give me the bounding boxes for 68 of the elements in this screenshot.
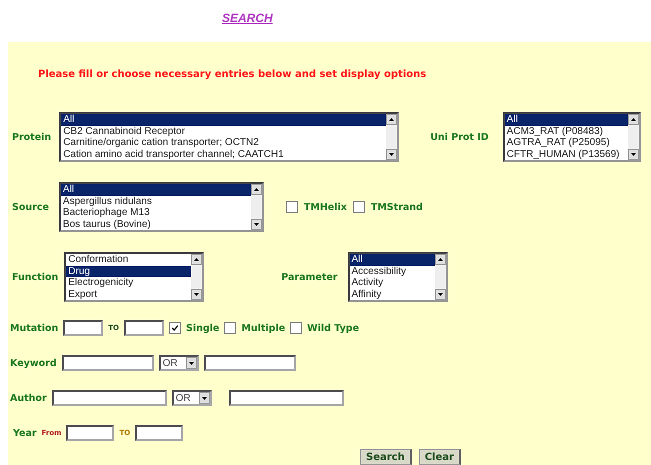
list-option[interactable]: ACM3_RAT (P08483) xyxy=(504,126,628,137)
list-option[interactable]: CFTR_HUMAN (P13569) xyxy=(504,148,628,160)
input-field[interactable] xyxy=(52,390,167,406)
list-option[interactable]: Conformation xyxy=(66,254,192,266)
field-label: Parameter xyxy=(281,272,338,282)
operator-dropdown[interactable]: OR xyxy=(172,390,212,406)
input-field[interactable] xyxy=(135,425,184,441)
checkbox[interactable] xyxy=(290,322,302,334)
list-option[interactable]: Aspergillus nidulans xyxy=(60,196,251,207)
list-option[interactable]: Affinity xyxy=(350,288,434,300)
field-label: Source xyxy=(12,202,49,212)
checkbox-label: TMHelix xyxy=(304,202,347,212)
clear-button[interactable]: Clear xyxy=(418,449,461,465)
list-option[interactable]: Electrogenicity xyxy=(66,277,192,288)
operator-dropdown[interactable]: OR xyxy=(158,355,199,371)
scroll-down-icon[interactable] xyxy=(191,289,202,300)
scroll-down-icon[interactable] xyxy=(434,289,446,300)
input-field[interactable] xyxy=(204,355,296,371)
checkbox[interactable] xyxy=(352,201,365,213)
list-option[interactable]: Accessibility xyxy=(350,266,434,277)
list-option[interactable]: AGTRA_RAT (P25095) xyxy=(504,137,628,148)
field-label: Author xyxy=(10,392,47,404)
list-option[interactable]: Bos taurus (Bovine) xyxy=(60,218,251,230)
checkbox[interactable] xyxy=(224,322,236,334)
list-option[interactable]: All xyxy=(60,184,251,196)
checkbox-label: Multiple xyxy=(241,322,286,334)
list-option[interactable]: Activity xyxy=(350,277,434,288)
search-button[interactable]: Search xyxy=(360,449,412,465)
list-option[interactable]: Carnitine/organic cation transporter; OCTN2 xyxy=(61,137,386,148)
field-label: Protein xyxy=(12,132,52,142)
scroll-up-icon[interactable] xyxy=(628,114,639,125)
field-label: Mutation xyxy=(10,322,58,334)
list-option[interactable]: Cation amino acid transporter channel; CAATCH1 xyxy=(61,148,386,160)
input-field[interactable] xyxy=(228,390,344,406)
scroll-up-icon[interactable] xyxy=(434,254,446,265)
input-field[interactable] xyxy=(63,320,104,336)
input-field[interactable] xyxy=(62,355,154,371)
field-label: Year xyxy=(13,428,37,438)
checkbox[interactable] xyxy=(169,322,181,334)
protein-listbox[interactable]: All CB2 Cannabinoid Receptor Carnitine/organic cation transporter; OCTN2 Cation amino acid transporter channel; CAATCH1 xyxy=(59,112,400,162)
scroll-up-icon[interactable] xyxy=(386,114,398,125)
scroll-down-icon[interactable] xyxy=(250,219,262,230)
field-label: Uni Prot ID xyxy=(430,132,489,142)
uniprot-listbox[interactable]: All ACM3_RAT (P08483) AGTRA_RAT (P25095) CFTR_HUMAN (P13569) xyxy=(502,112,641,162)
input-field[interactable] xyxy=(124,320,164,336)
checkbox-label: Single xyxy=(186,322,220,334)
checkbox-label: Wild Type xyxy=(307,322,360,334)
list-option[interactable]: All xyxy=(61,114,386,126)
list-option[interactable]: Export xyxy=(66,288,192,300)
page-title[interactable]: SEARCH xyxy=(0,0,651,42)
list-option[interactable]: All xyxy=(350,254,434,266)
list-option[interactable]: Bacteriophage M13 xyxy=(60,207,251,218)
instruction-text: Please fill or choose necessary entries below and set display options xyxy=(37,68,428,82)
function-listbox[interactable]: Conformation Drug Electrogenicity Export xyxy=(64,252,204,302)
scroll-down-icon[interactable] xyxy=(386,149,398,160)
field-label: Function xyxy=(12,272,58,282)
checkbox-label: TMStrand xyxy=(370,202,423,212)
parameter-listbox[interactable]: All Accessibility Activity Affinity xyxy=(348,252,448,302)
list-option[interactable]: All xyxy=(504,114,628,126)
checkbox[interactable] xyxy=(286,201,298,213)
scroll-up-icon[interactable] xyxy=(191,254,202,265)
scroll-down-icon[interactable] xyxy=(628,149,639,160)
input-field[interactable] xyxy=(66,425,114,441)
list-option[interactable]: Drug xyxy=(66,266,192,277)
source-listbox[interactable]: All Aspergillus nidulans Bacteriophage M13 Bos taurus (Bovine) xyxy=(58,182,264,232)
scroll-up-icon[interactable] xyxy=(250,184,262,195)
field-label: Keyword xyxy=(10,358,57,368)
list-option[interactable]: CB2 Cannabinoid Receptor xyxy=(61,126,386,137)
